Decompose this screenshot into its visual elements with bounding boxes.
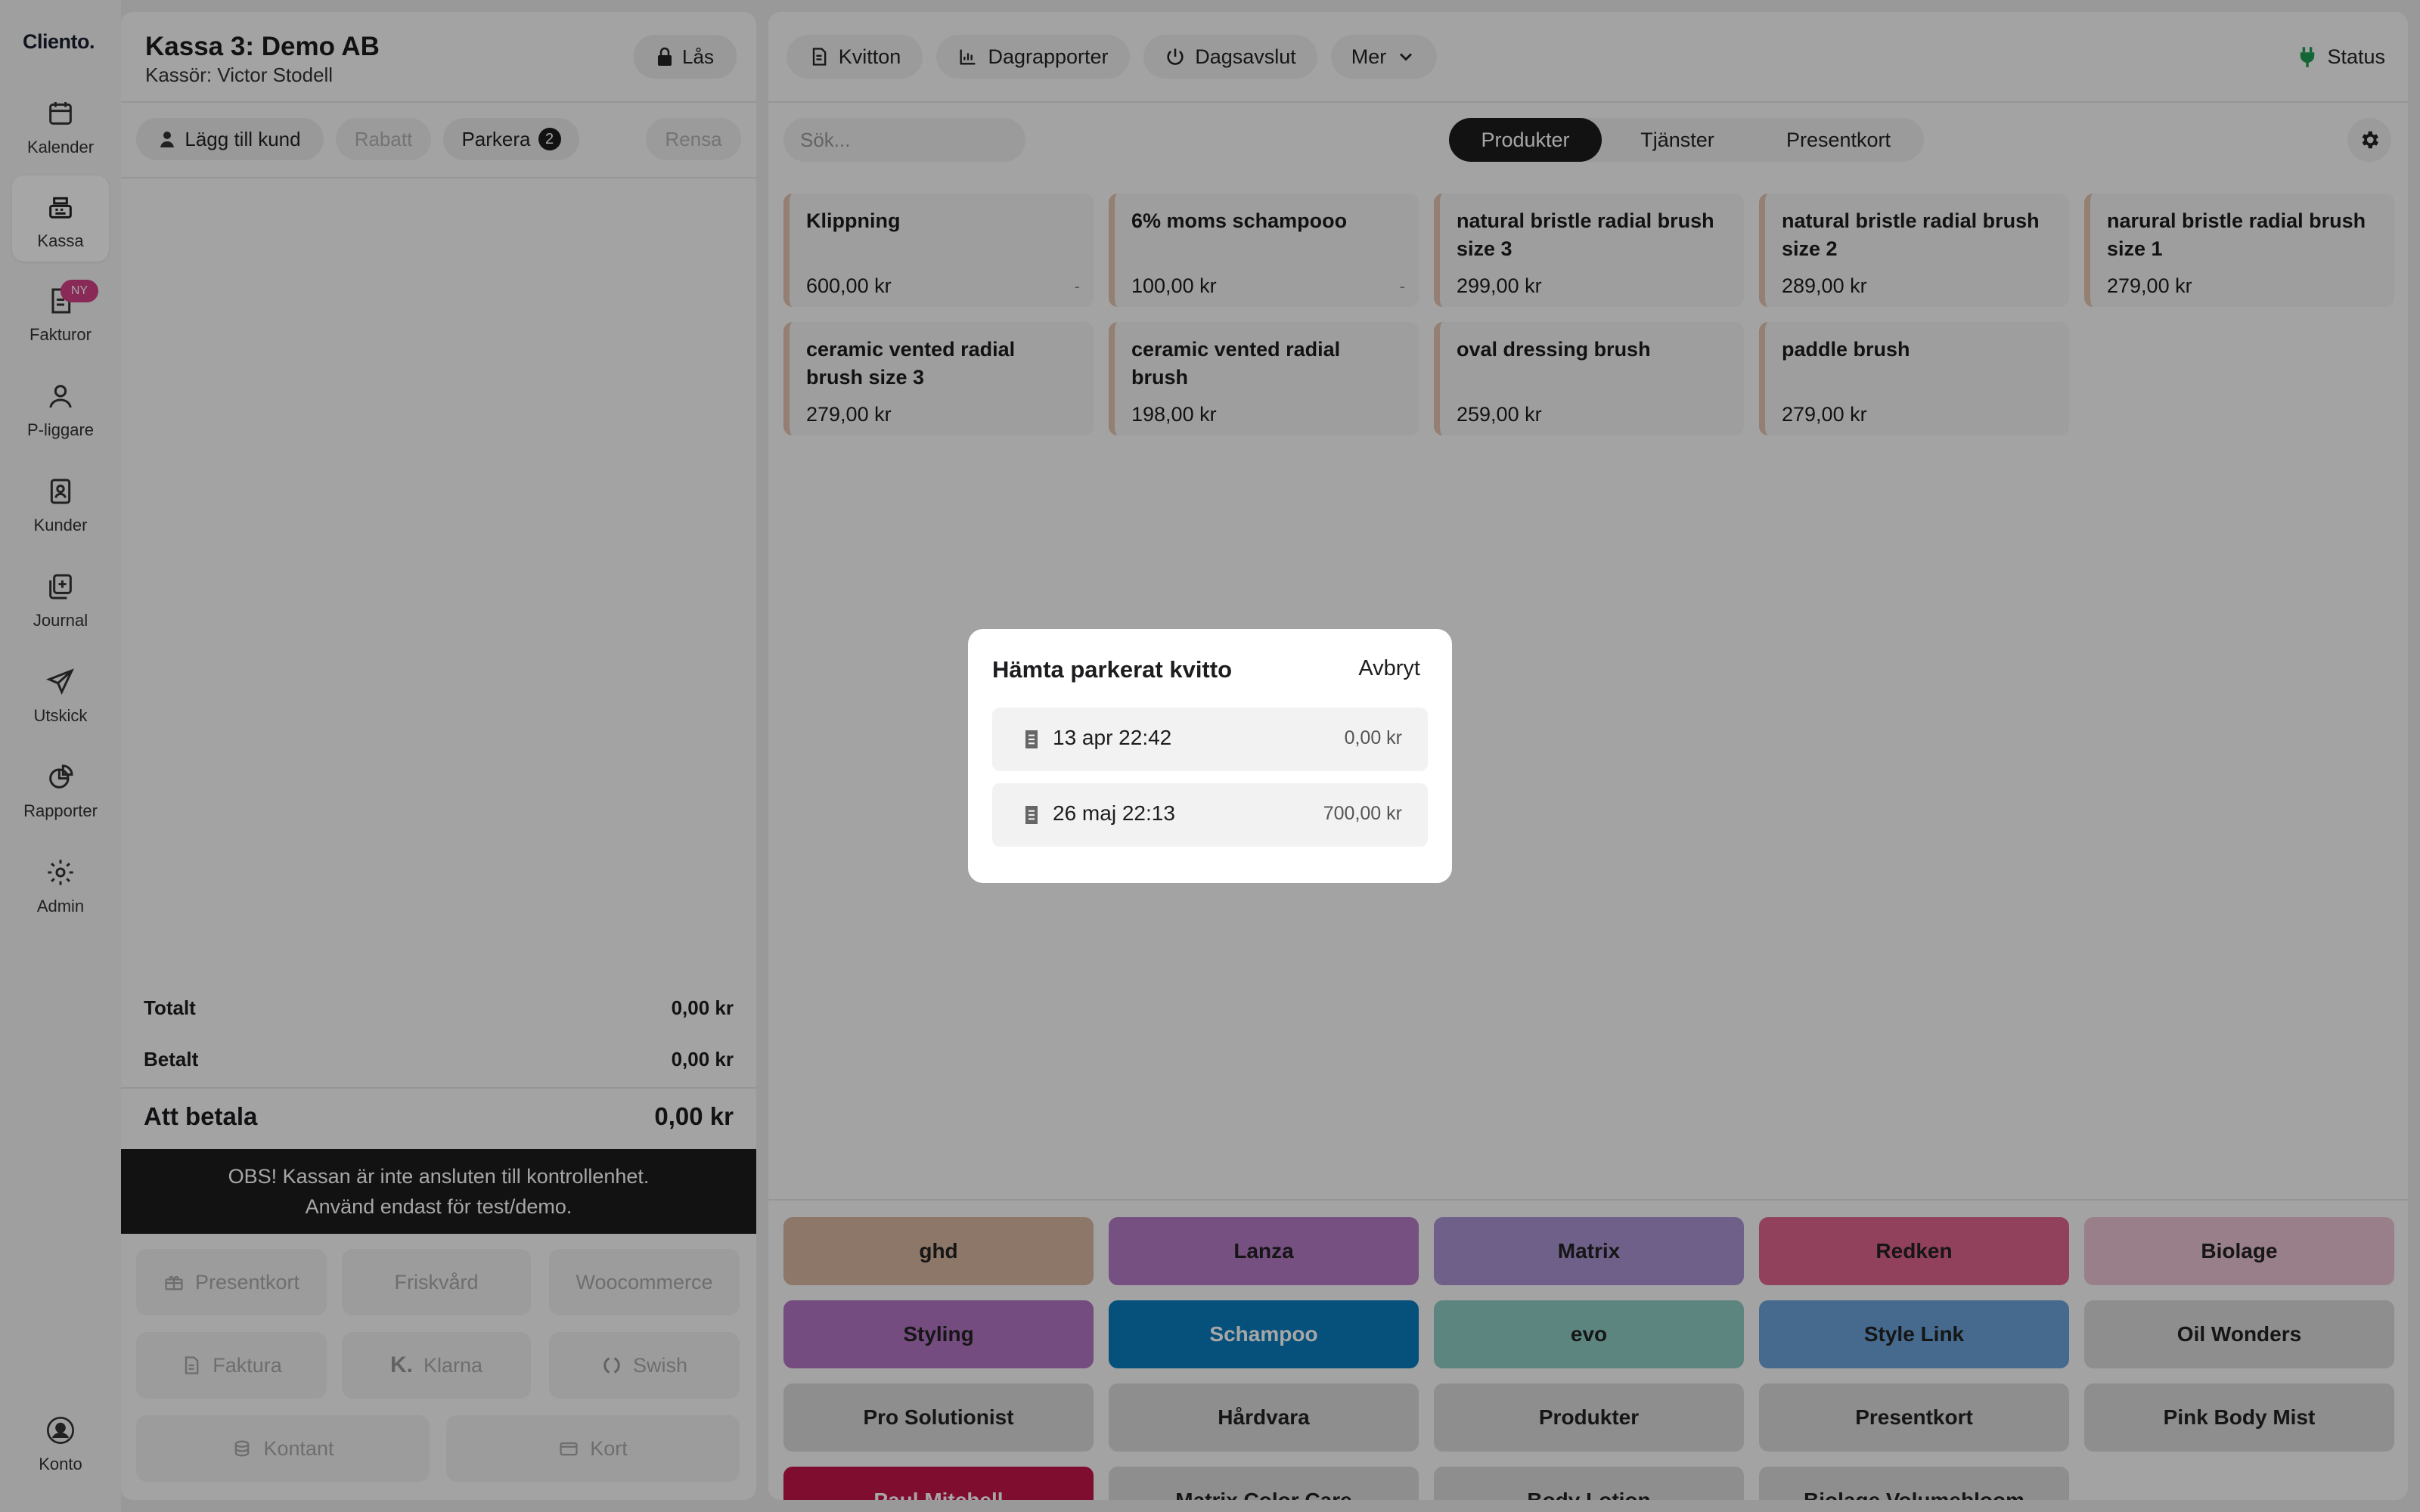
modal-title: Hämta parkerat kvitto	[992, 656, 1233, 683]
receipt-icon	[1025, 806, 1038, 824]
receipt-amount: 700,00 kr	[1323, 803, 1402, 824]
receipt-icon	[1025, 730, 1038, 748]
receipt-date: 13 apr 22:42	[1053, 726, 1172, 749]
parked-receipt-row[interactable]: 13 apr 22:42 0,00 kr	[992, 708, 1428, 771]
parked-receipt-row[interactable]: 26 maj 22:13 700,00 kr	[992, 783, 1428, 847]
parked-receipt-modal: Hämta parkerat kvitto Avbryt 13 apr 22:4…	[968, 629, 1452, 883]
receipt-date: 26 maj 22:13	[1053, 801, 1175, 825]
receipt-amount: 0,00 kr	[1344, 727, 1402, 748]
cancel-button[interactable]: Avbryt	[1358, 656, 1420, 681]
